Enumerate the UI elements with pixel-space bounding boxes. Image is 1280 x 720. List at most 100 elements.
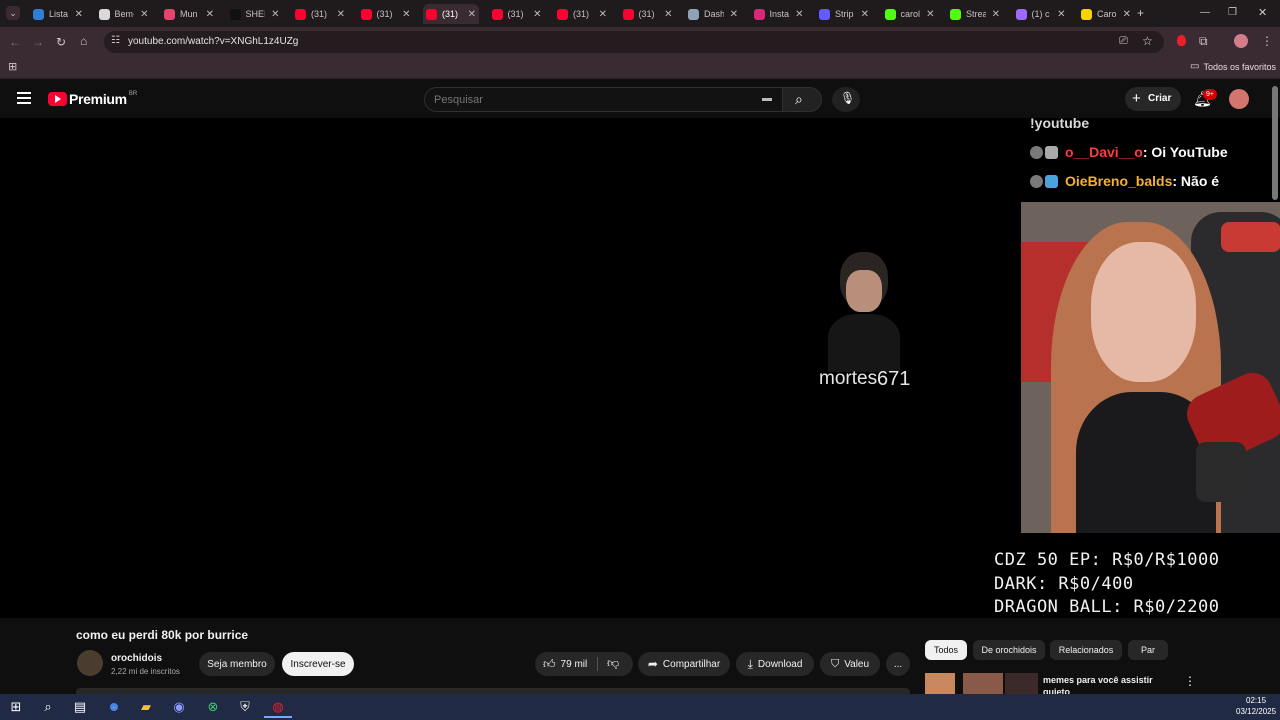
browser-tab[interactable]: Dash ✕ (685, 4, 741, 24)
tab-close-icon[interactable]: ✕ (926, 9, 934, 20)
browser-tab[interactable]: (31) ✕ (423, 4, 479, 24)
browser-tab[interactable]: Strip ✕ (816, 4, 872, 24)
xbox-icon[interactable]: ⊗ (205, 699, 221, 715)
filter-chip[interactable]: Par (1128, 640, 1168, 660)
profile-avatar[interactable] (1234, 34, 1248, 48)
keyboard-icon[interactable]: ▬ (762, 93, 772, 104)
taskbar-search-icon[interactable]: ⌕ (40, 699, 56, 715)
tab-favicon-icon (950, 8, 961, 20)
tab-favicon-icon (819, 8, 830, 20)
obs-icon[interactable]: ◍ (270, 699, 286, 715)
browser-tab[interactable]: Strea ✕ (947, 4, 1003, 24)
page-scrollbar[interactable] (1272, 86, 1278, 200)
browser-tab[interactable]: (1) c ✕ (1013, 4, 1069, 24)
channel-avatar[interactable] (77, 650, 103, 676)
recommendation-thumbnail[interactable] (925, 673, 1038, 694)
extension-icon[interactable] (1177, 35, 1186, 46)
browser-tab[interactable]: Insta ✕ (751, 4, 807, 24)
browser-menu-icon[interactable]: ⋮ (1261, 34, 1273, 48)
subscribe-button[interactable]: Inscrever-se (282, 652, 354, 676)
back-icon[interactable]: ← (9, 35, 21, 49)
more-actions-button[interactable]: ... (886, 652, 910, 676)
browser-tab[interactable]: Mun ✕ (161, 4, 217, 24)
thanks-label: Valeu (844, 658, 870, 670)
extensions-puzzle-icon[interactable]: ⧉ (1199, 34, 1208, 48)
create-button[interactable]: + Criar (1125, 87, 1181, 111)
voice-search-button[interactable]: 🎙 (832, 87, 860, 112)
recommendation-menu-icon[interactable]: ⋮ (1184, 674, 1196, 688)
browser-tab[interactable]: (31) ✕ (554, 4, 610, 24)
browser-tab[interactable]: (31) ✕ (358, 4, 414, 24)
taskbar-time[interactable]: 02:15 (1246, 696, 1266, 705)
download-button[interactable]: ⤓ Download (736, 652, 814, 676)
security-shield-icon[interactable]: ⛨ (237, 699, 253, 715)
discord-icon[interactable]: ◉ (171, 699, 187, 715)
tab-close-icon[interactable]: ✕ (1123, 9, 1131, 20)
subscriber-count: 2,22 mi de inscritos (111, 667, 180, 676)
install-app-icon[interactable]: ⎚ (1119, 35, 1128, 48)
like-button[interactable]: 👍︎ 79 mil (543, 657, 587, 672)
tab-close-icon[interactable]: ✕ (992, 9, 1000, 20)
apps-grid-icon[interactable]: ⊞ (8, 60, 17, 74)
browser-tab[interactable]: (31) ✕ (489, 4, 545, 24)
tab-close-icon[interactable]: ✕ (337, 9, 345, 20)
account-avatar[interactable] (1229, 89, 1249, 109)
home-icon[interactable]: ⌂ (80, 34, 87, 48)
windows-start-icon[interactable]: ⊞ (8, 699, 24, 715)
folder-icon: ▭ (1190, 61, 1200, 72)
tab-close-icon[interactable]: ✕ (75, 9, 83, 20)
browser-tab[interactable]: SHEI ✕ (227, 4, 283, 24)
minimize-icon[interactable]: — (1200, 6, 1210, 20)
tab-close-icon[interactable]: ✕ (468, 9, 476, 20)
all-bookmarks-folder[interactable]: ▭ Todos os favoritos (1190, 61, 1276, 72)
goal-line: DRAGON BALL: R$0/2200 (994, 597, 1220, 617)
reload-icon[interactable]: ↻ (56, 35, 66, 49)
tab-close-icon[interactable]: ✕ (1057, 9, 1065, 20)
thanks-button[interactable]: ⛉ Valeu (820, 652, 880, 676)
address-bar[interactable]: ☷ youtube.com/watch?v=XNGhL1z4UZg ⎚ ☆ (104, 31, 1164, 53)
browser-tab[interactable]: carol ✕ (882, 4, 938, 24)
browser-tab[interactable]: Bem- ✕ (96, 4, 152, 24)
browser-tab[interactable]: (31) ✕ (292, 4, 348, 24)
filter-chip[interactable]: Todos (925, 640, 967, 660)
tab-close-icon[interactable]: ✕ (599, 9, 607, 20)
search-input[interactable] (434, 92, 734, 107)
browser-tab[interactable]: Lista ✕ (30, 4, 86, 24)
filter-chip[interactable]: Relacionados (1050, 640, 1122, 660)
taskbar-date[interactable]: 03/12/2025 (1236, 707, 1276, 716)
join-button[interactable]: Seja membro (199, 652, 275, 676)
search-button[interactable]: ⌕ (782, 87, 822, 112)
search-box[interactable]: ▬ (424, 87, 782, 112)
close-window-icon[interactable]: ✕ (1258, 6, 1267, 20)
forward-icon[interactable]: → (32, 35, 44, 49)
share-button[interactable]: ➦ Compartilhar (638, 652, 730, 676)
dislike-button[interactable]: 👎︎ (607, 656, 619, 671)
channel-name[interactable]: orochidois (111, 653, 162, 664)
tab-close-icon[interactable]: ✕ (533, 9, 541, 20)
youtube-premium-logo[interactable]: Premium BR (48, 91, 137, 107)
bookmark-star-icon[interactable]: ☆ (1142, 34, 1153, 48)
browser-tab[interactable]: Caro ✕ (1078, 4, 1134, 24)
file-explorer-icon[interactable]: ▰ (138, 699, 154, 715)
tab-close-icon[interactable]: ✕ (271, 9, 279, 20)
tab-close-icon[interactable]: ✕ (140, 9, 148, 20)
maximize-icon[interactable]: ❐ (1228, 6, 1237, 20)
tab-favicon-icon (360, 8, 372, 20)
filter-chip[interactable]: De orochidois (973, 640, 1045, 660)
tab-close-icon[interactable]: ✕ (795, 9, 803, 20)
recommendation-title[interactable]: memes para você assistir quieto (1043, 674, 1163, 694)
tab-close-icon[interactable]: ✕ (206, 9, 214, 20)
chrome-icon[interactable] (106, 699, 122, 715)
site-info-icon[interactable]: ☷ (111, 35, 120, 46)
task-view-icon[interactable]: ▤ (72, 699, 88, 715)
tab-search-icon[interactable]: ⌄ (6, 6, 20, 20)
chat-message: OieBreno_balds: Não é (1030, 173, 1219, 189)
hamburger-menu-icon[interactable] (17, 92, 31, 104)
tab-close-icon[interactable]: ✕ (402, 9, 410, 20)
tab-close-icon[interactable]: ✕ (730, 9, 738, 20)
new-tab-button[interactable]: + (1137, 6, 1144, 20)
browser-tab[interactable]: (31) ✕ (620, 4, 676, 24)
tab-close-icon[interactable]: ✕ (664, 9, 672, 20)
tab-close-icon[interactable]: ✕ (861, 9, 869, 20)
video-player[interactable]: Rodrigo_M!youtubeo__Davi__o: Oi YouTubeO… (0, 118, 1280, 618)
